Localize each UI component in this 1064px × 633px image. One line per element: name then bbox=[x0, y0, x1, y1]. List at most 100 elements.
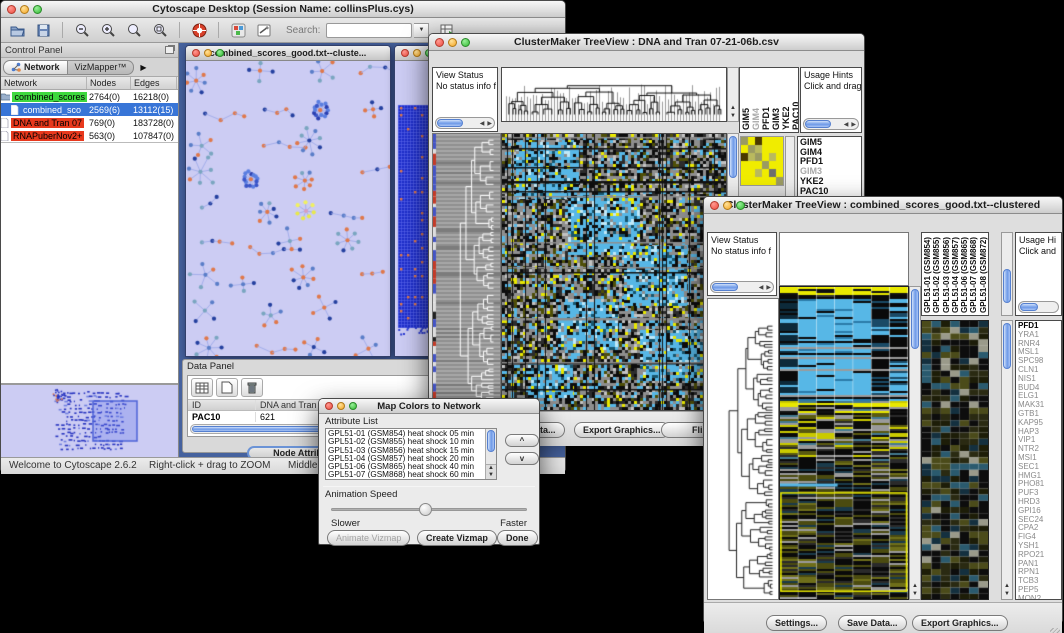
search-input[interactable] bbox=[326, 23, 412, 38]
column-label[interactable]: GPL51-07 (GSM868) bbox=[969, 235, 978, 313]
minimize-button[interactable] bbox=[204, 49, 212, 57]
column-label[interactable]: GIM4 bbox=[751, 70, 761, 130]
col-header-edges[interactable]: Edges bbox=[131, 77, 177, 89]
column-label[interactable]: GPL51-08 (GSM872) bbox=[979, 235, 988, 313]
column-label[interactable]: YKE2 bbox=[781, 70, 791, 130]
zoom-button[interactable] bbox=[461, 38, 470, 47]
row-dendrogram[interactable] bbox=[432, 133, 501, 411]
zoom-button[interactable] bbox=[349, 402, 357, 410]
resize-grip[interactable] bbox=[1050, 628, 1060, 633]
close-button[interactable] bbox=[325, 402, 333, 410]
usage-hints-scrollbar[interactable]: ◀▶ bbox=[803, 118, 859, 130]
table-row[interactable]: DNA and Tran 07 769(0) 183728(0) bbox=[1, 116, 178, 129]
network-canvas[interactable] bbox=[186, 61, 390, 356]
minimize-button[interactable] bbox=[723, 201, 732, 210]
slider-thumb[interactable] bbox=[419, 503, 432, 516]
tab-vizmapper[interactable]: VizMapper™ bbox=[68, 60, 135, 75]
annotation-icon[interactable] bbox=[252, 20, 276, 41]
attribute-item[interactable]: GPL51-07 (GSM868) heat shock 60 min bbox=[328, 471, 484, 478]
column-label[interactable]: PAC10 bbox=[791, 70, 799, 130]
close-button[interactable] bbox=[7, 5, 16, 14]
tab-network[interactable]: Network bbox=[3, 60, 68, 75]
control-panel: Control Panel Network VizMapper™ ▶ Netwo… bbox=[1, 43, 179, 457]
table-row-selected[interactable]: combined_sco 2569(6) 13112(15) bbox=[1, 103, 178, 116]
save-data-button[interactable]: Save Data... bbox=[838, 615, 907, 631]
column-scrollbar[interactable]: ▲▼ bbox=[727, 67, 739, 122]
done-button[interactable]: Done bbox=[497, 530, 538, 546]
zoom-in-button[interactable] bbox=[96, 20, 120, 41]
column-label[interactable]: GIM3 bbox=[771, 70, 781, 130]
zoom-fit-button[interactable] bbox=[148, 20, 172, 41]
move-down-button[interactable]: v bbox=[505, 452, 539, 465]
col-header-network[interactable]: Network bbox=[1, 77, 87, 89]
heatmap-zoom-view[interactable] bbox=[740, 136, 784, 186]
delete-attribute-button[interactable] bbox=[241, 378, 263, 397]
new-attribute-button[interactable] bbox=[216, 378, 238, 397]
view-status-title: View Status bbox=[711, 235, 773, 246]
help-icon[interactable] bbox=[187, 20, 211, 41]
vizmapper-icon[interactable] bbox=[226, 20, 250, 41]
zoom-button[interactable] bbox=[33, 5, 42, 14]
zoom-button[interactable] bbox=[216, 49, 224, 57]
heatmap-main[interactable] bbox=[779, 286, 909, 600]
animate-vizmap-button[interactable]: Animate Vizmap bbox=[327, 530, 410, 546]
zoom-selected-button[interactable] bbox=[122, 20, 146, 41]
export-graphics-button[interactable]: Export Graphics... bbox=[912, 615, 1008, 631]
column-labels-scrollbar[interactable] bbox=[1001, 232, 1013, 316]
export-graphics-button[interactable]: Export Graphics... bbox=[574, 422, 670, 438]
gene-list: PFD1YRA1RNR4MSL1SPC98CLN1NIS1BUD4ELG1MAK… bbox=[1015, 320, 1062, 600]
view-status-scrollbar[interactable]: ◀▶ bbox=[435, 117, 495, 129]
faster-label: Faster bbox=[500, 518, 527, 529]
treeview1-titlebar[interactable]: ClusterMaker TreeView : DNA and Tran 07-… bbox=[429, 34, 864, 51]
minimize-button[interactable] bbox=[20, 5, 29, 14]
view-status-scrollbar[interactable]: ◀▶ bbox=[710, 281, 774, 293]
col-header-nodes[interactable]: Nodes bbox=[87, 77, 131, 89]
minimize-button[interactable] bbox=[413, 49, 421, 57]
attribute-list-label: Attribute List bbox=[325, 416, 378, 427]
column-label[interactable]: GPL51-04 (GSM857) bbox=[951, 235, 960, 313]
column-label[interactable]: GPL51-03 (GSM856) bbox=[942, 235, 951, 313]
column-label[interactable]: PFD1 bbox=[761, 70, 771, 130]
status-hint-middle: Middle- bbox=[288, 460, 321, 471]
usage-hints-text: Click and bbox=[1019, 246, 1058, 257]
minimize-button[interactable] bbox=[337, 402, 345, 410]
dialog-titlebar[interactable]: Map Colors to Network bbox=[319, 399, 539, 414]
open-file-button[interactable] bbox=[5, 20, 29, 41]
close-button[interactable] bbox=[192, 49, 200, 57]
zoom-button[interactable] bbox=[736, 201, 745, 210]
row-dendrogram[interactable] bbox=[707, 298, 779, 600]
usage-hints-scrollbar[interactable] bbox=[1018, 301, 1059, 313]
close-button[interactable] bbox=[401, 49, 409, 57]
heatmap-vscrollbar[interactable]: ▲▼ bbox=[909, 286, 921, 600]
tab-overflow-arrow[interactable]: ▶ bbox=[140, 63, 146, 72]
zoom-out-button[interactable] bbox=[70, 20, 94, 41]
close-button[interactable] bbox=[435, 38, 444, 47]
column-label[interactable]: GIM5 bbox=[741, 70, 751, 130]
close-button[interactable] bbox=[710, 201, 719, 210]
treeview2-titlebar[interactable]: ClusterMaker TreeView : combined_scores_… bbox=[704, 197, 1062, 214]
gene-label[interactable]: MON2 bbox=[1018, 595, 1059, 600]
float-panel-icon[interactable] bbox=[165, 46, 174, 54]
table-row[interactable]: RNAPuberNov2+ 563(0) 107847(0) bbox=[1, 129, 178, 142]
create-vizmap-button[interactable]: Create Vizmap bbox=[417, 530, 497, 546]
data-col-id[interactable]: ID bbox=[188, 400, 256, 410]
network-window-titlebar[interactable]: combined_scores_good.txt--cluste... bbox=[186, 46, 390, 61]
cytoscape-titlebar[interactable]: Cytoscape Desktop (Session Name: collins… bbox=[1, 1, 565, 18]
column-label[interactable]: GPL51-01 (GSM854) bbox=[923, 235, 932, 313]
save-button[interactable] bbox=[31, 20, 55, 41]
heatmap-main[interactable] bbox=[501, 133, 727, 411]
row-label[interactable]: PAC10 bbox=[800, 187, 859, 197]
table-row[interactable]: combined_scores 2764(0) 16218(0) bbox=[1, 90, 178, 103]
search-dropdown-arrow[interactable]: ▼ bbox=[414, 23, 429, 38]
heatmap-zoom-view[interactable] bbox=[921, 320, 989, 600]
select-attributes-button[interactable] bbox=[191, 378, 213, 397]
move-up-button[interactable]: ^ bbox=[505, 434, 539, 447]
gene-list-scrollbar[interactable]: ▲▼ bbox=[1001, 320, 1013, 600]
minimize-button[interactable] bbox=[448, 38, 457, 47]
column-dendrogram[interactable] bbox=[501, 67, 727, 122]
column-dendrogram-area[interactable] bbox=[779, 232, 909, 286]
settings-button[interactable]: Settings... bbox=[766, 615, 827, 631]
birdseye-view[interactable] bbox=[1, 383, 178, 457]
column-label[interactable]: GPL51-02 (GSM855) bbox=[932, 235, 941, 313]
list-scrollbar[interactable]: ▲▼ bbox=[485, 429, 496, 479]
